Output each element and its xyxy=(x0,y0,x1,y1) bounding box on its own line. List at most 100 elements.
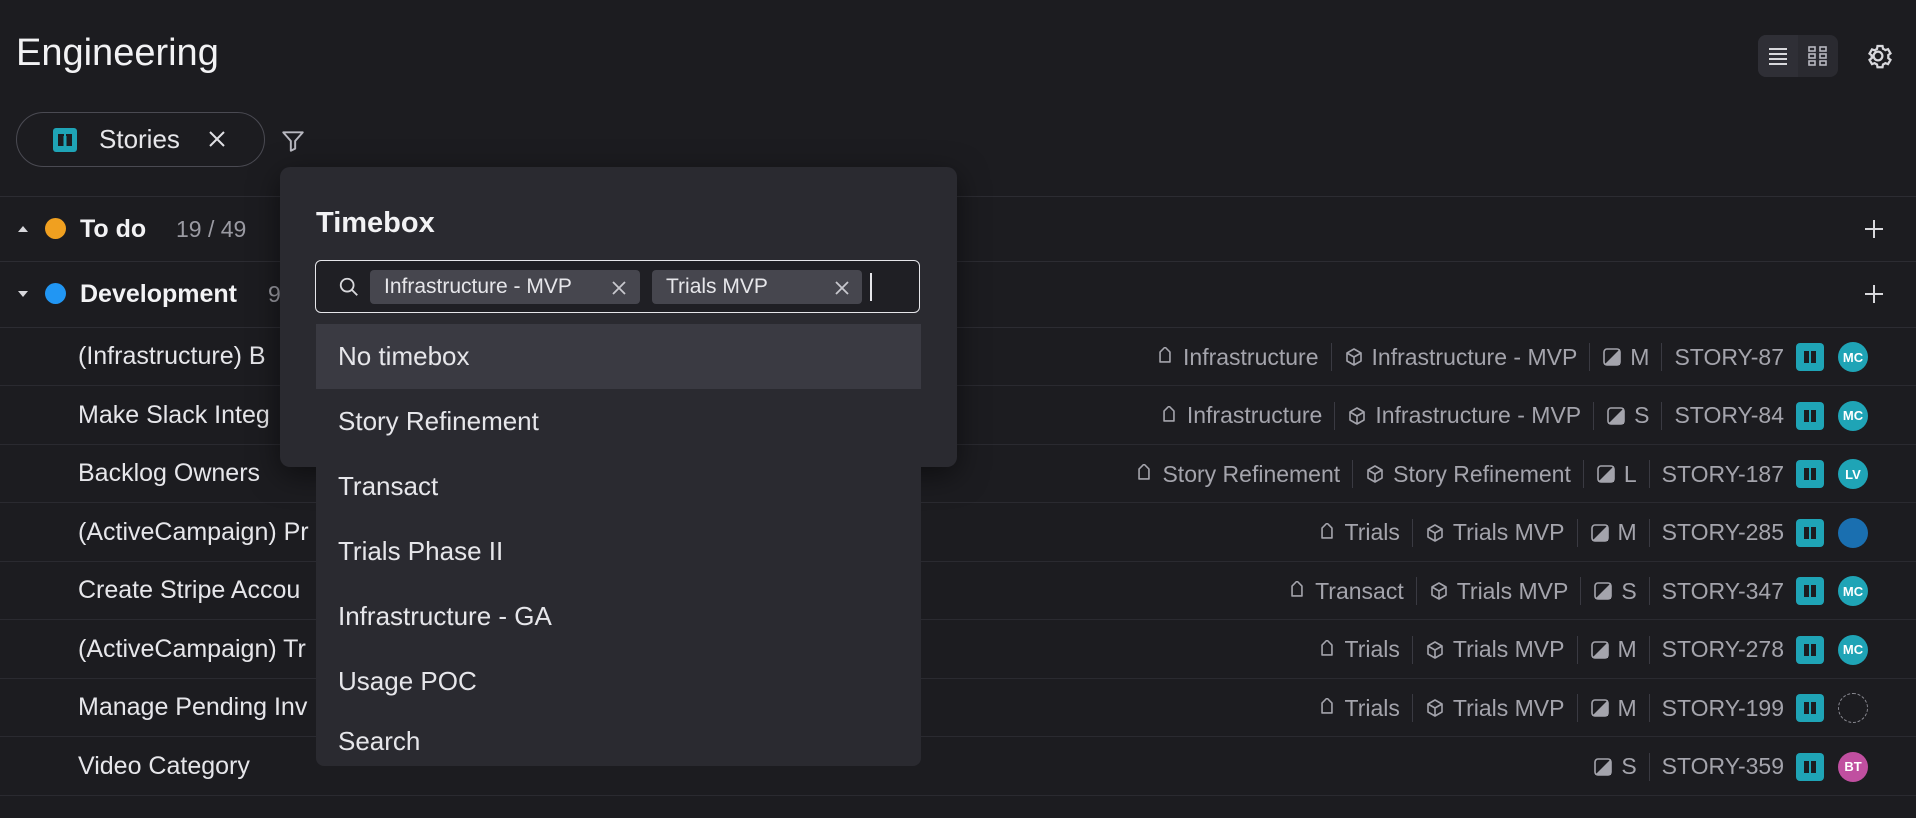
close-icon xyxy=(209,131,225,147)
option-no-timebox[interactable]: No timebox xyxy=(316,324,921,389)
group-name: Development xyxy=(80,280,237,308)
stories-filter-chip[interactable]: Stories xyxy=(16,112,265,167)
grid-view-button[interactable] xyxy=(1798,35,1838,77)
epic-label[interactable]: Story Refinement xyxy=(1122,460,1352,488)
option-story-refinement[interactable]: Story Refinement xyxy=(316,389,921,454)
add-item-icon[interactable] xyxy=(1862,217,1886,241)
book-icon xyxy=(1804,468,1816,480)
story-key-text: STORY-84 xyxy=(1674,402,1784,428)
story-key[interactable]: STORY-199 xyxy=(1648,694,1796,722)
timebox-label[interactable]: Trials MVP xyxy=(1411,518,1577,547)
timebox-cube-icon xyxy=(1349,406,1366,425)
size-value: S xyxy=(1634,402,1650,428)
size-label[interactable]: M xyxy=(1576,518,1649,547)
epic-label[interactable]: Infrastructure xyxy=(1143,343,1331,371)
avatar[interactable]: LV xyxy=(1838,459,1868,489)
timebox-label[interactable]: Trials MVP xyxy=(1415,577,1581,605)
story-key[interactable]: STORY-359 xyxy=(1648,752,1796,781)
timebox-search-input[interactable]: Infrastructure - MVP Trials MVP xyxy=(315,260,920,313)
story-meta: Transact Trials MVP S STORY-347 MC xyxy=(1275,562,1868,620)
selected-tag: Trials MVP xyxy=(652,270,862,304)
story-title: Make Slack Integ xyxy=(78,400,270,429)
selected-tag: Infrastructure - MVP xyxy=(370,270,640,304)
settings-button[interactable] xyxy=(1858,36,1898,76)
filter-button[interactable] xyxy=(276,124,310,158)
story-row[interactable]: Create Stripe Accou Transact Trials MVP S ST… xyxy=(0,562,1916,620)
story-row[interactable]: (ActiveCampaign) Tr Trials Trials MVP M STOR… xyxy=(0,621,1916,679)
size-label[interactable]: M xyxy=(1576,635,1649,664)
add-item-icon[interactable] xyxy=(1862,282,1886,306)
remove-tag-icon[interactable] xyxy=(833,279,851,297)
timebox-cube-icon xyxy=(1427,699,1443,717)
size-label[interactable]: S xyxy=(1593,401,1661,430)
book-icon xyxy=(53,127,77,152)
size-icon xyxy=(1607,406,1625,425)
story-key[interactable]: STORY-87 xyxy=(1661,343,1796,371)
option-transact[interactable]: Transact xyxy=(316,454,921,519)
timebox-label[interactable]: Story Refinement xyxy=(1352,460,1583,488)
timebox-cube-icon xyxy=(1427,523,1443,542)
story-key[interactable]: STORY-84 xyxy=(1661,401,1796,430)
epic-label[interactable]: Trials xyxy=(1305,694,1412,722)
option-trials-phase-ii[interactable]: Trials Phase II xyxy=(316,519,921,584)
story-row[interactable]: Video Category S STORY-359 BT xyxy=(0,738,1916,796)
story-key[interactable]: STORY-285 xyxy=(1648,518,1796,547)
avatar[interactable] xyxy=(1838,517,1868,548)
caret-down-icon[interactable] xyxy=(16,287,30,301)
size-icon xyxy=(1594,757,1613,776)
group-count: 9 xyxy=(268,281,281,307)
story-key[interactable]: STORY-187 xyxy=(1648,460,1796,488)
avatar[interactable]: MC xyxy=(1838,342,1868,372)
size-label[interactable]: M xyxy=(1589,343,1661,371)
epic-label[interactable]: Transact xyxy=(1275,577,1416,605)
book-icon xyxy=(1804,585,1816,597)
avatar[interactable]: MC xyxy=(1838,634,1868,665)
option-search[interactable]: Search xyxy=(316,709,921,766)
book-icon xyxy=(1804,702,1816,714)
status-dot xyxy=(45,283,66,304)
size-icon xyxy=(1594,582,1613,600)
avatar[interactable]: MC xyxy=(1838,576,1868,606)
size-label[interactable]: L xyxy=(1582,460,1649,488)
caret-up-icon[interactable] xyxy=(16,222,30,236)
story-meta: S STORY-359 BT xyxy=(1581,738,1868,796)
size-label[interactable]: M xyxy=(1576,694,1649,722)
story-key[interactable]: STORY-347 xyxy=(1648,577,1796,605)
unassigned-avatar[interactable] xyxy=(1838,693,1868,723)
selected-tag-label: Trials MVP xyxy=(666,275,768,298)
remove-tag-icon[interactable] xyxy=(610,279,628,297)
avatar[interactable]: MC xyxy=(1838,400,1868,431)
story-row[interactable]: Manage Pending Inv Trials Trials MVP M STORY… xyxy=(0,679,1916,737)
size-icon xyxy=(1590,523,1609,542)
epic-tag-icon xyxy=(1320,698,1333,714)
timebox-name: Story Refinement xyxy=(1393,460,1571,487)
story-key-text: STORY-347 xyxy=(1661,577,1784,604)
option-infrastructure-ga[interactable]: Infrastructure - GA xyxy=(316,584,921,649)
timebox-label[interactable]: Infrastructure - MVP xyxy=(1330,343,1590,371)
epic-label[interactable]: Trials xyxy=(1305,519,1412,547)
book-icon xyxy=(1804,760,1816,773)
avatar[interactable]: BT xyxy=(1838,751,1868,782)
size-label[interactable]: S xyxy=(1580,577,1648,605)
avatar-initials: BT xyxy=(1844,759,1862,774)
avatar-initials: MC xyxy=(1842,408,1864,423)
epic-label[interactable]: Infrastructure xyxy=(1147,402,1335,430)
epic-name: Story Refinement xyxy=(1162,460,1341,487)
size-icon xyxy=(1597,465,1615,483)
avatar-initials: MC xyxy=(1842,583,1864,599)
story-row[interactable]: (ActiveCampaign) Pr Trials Trials MVP M STOR… xyxy=(0,504,1916,562)
story-key[interactable]: STORY-278 xyxy=(1648,635,1796,664)
remove-chip-button[interactable] xyxy=(205,127,229,156)
list-view-button[interactable] xyxy=(1758,35,1798,77)
timebox-label[interactable]: Infrastructure - MVP xyxy=(1334,401,1593,430)
epic-tag-icon xyxy=(1163,405,1175,422)
timebox-label[interactable]: Trials MVP xyxy=(1411,694,1577,722)
epic-label[interactable]: Trials xyxy=(1305,636,1412,664)
size-label[interactable]: S xyxy=(1581,753,1648,781)
option-usage-poc[interactable]: Usage POC xyxy=(316,649,921,714)
timebox-label[interactable]: Trials MVP xyxy=(1411,635,1577,664)
story-title: Video Category xyxy=(78,751,250,780)
filter-icon xyxy=(282,131,304,152)
story-title: Create Stripe Accou xyxy=(78,576,301,604)
epic-tag-icon xyxy=(1291,581,1303,597)
